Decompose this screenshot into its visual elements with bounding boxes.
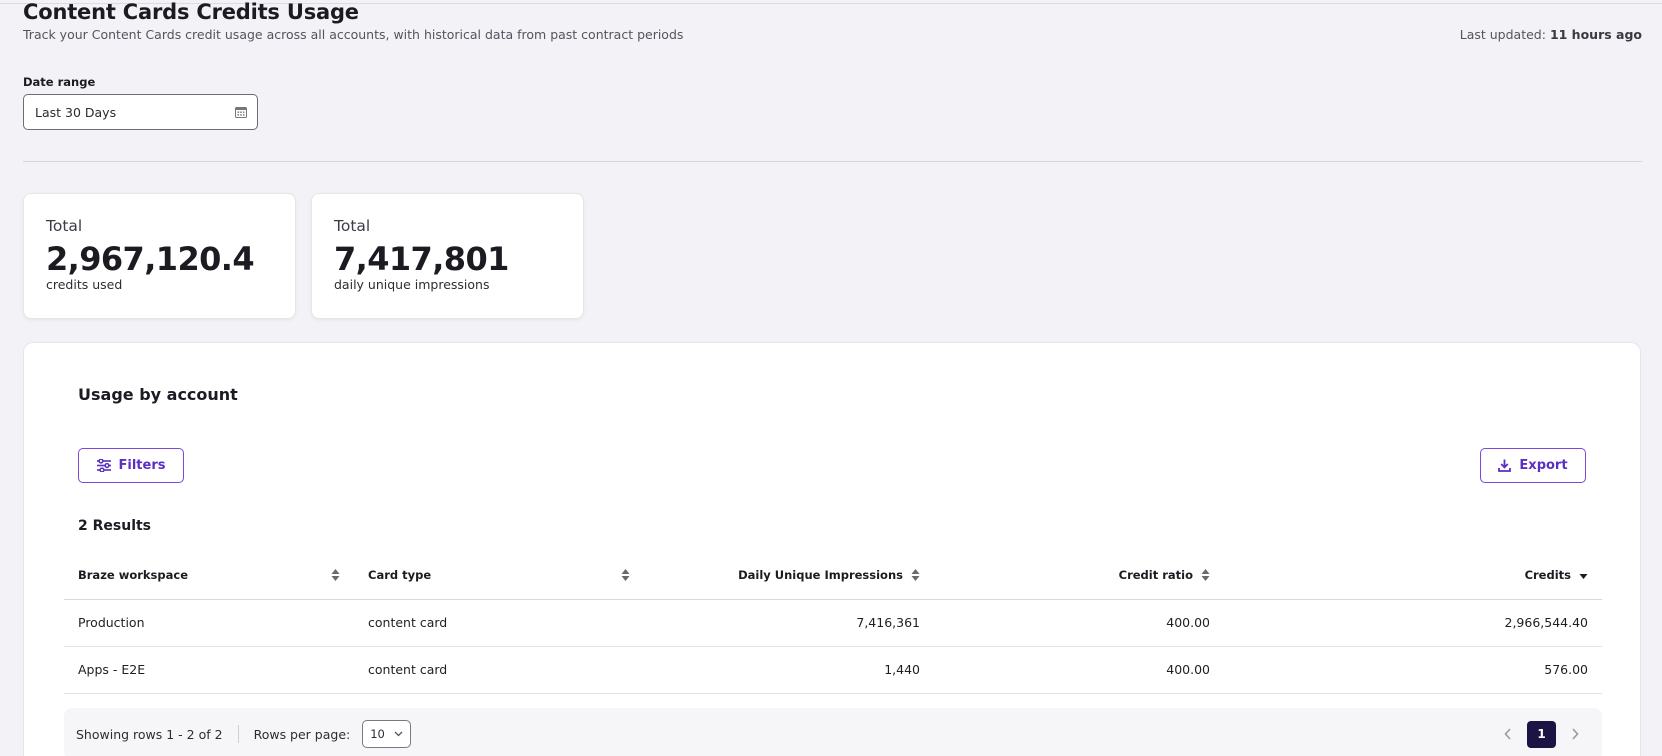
- filters-button[interactable]: Filters: [78, 448, 184, 483]
- table-row: Production content card 7,416,361 400.00…: [64, 599, 1602, 647]
- stat-label: Total: [334, 217, 371, 235]
- chevron-right-icon[interactable]: [1570, 727, 1580, 741]
- cell-card-type: content card: [354, 646, 644, 694]
- usage-title: Usage by account: [78, 385, 238, 404]
- column-header-impressions[interactable]: Daily Unique Impressions: [644, 551, 934, 600]
- column-label: Braze workspace: [78, 567, 188, 582]
- stat-value: 7,417,801: [334, 240, 509, 278]
- chevron-left-icon[interactable]: [1503, 727, 1513, 741]
- stat-card-credits: Total 2,967,120.4 credits used: [23, 193, 296, 319]
- cell-workspace: Production: [64, 599, 354, 647]
- cell-credits: 576.00: [1224, 646, 1602, 694]
- sliders-icon: [96, 459, 111, 472]
- sort-icon: [1201, 568, 1210, 581]
- table-header-row: Braze workspace Card type Daily Unique I…: [64, 551, 1602, 600]
- column-header-card-type[interactable]: Card type: [354, 551, 644, 600]
- sort-icon: [621, 568, 630, 581]
- cell-credit-ratio: 400.00: [934, 646, 1224, 694]
- sort-icon: [331, 568, 340, 581]
- column-header-workspace[interactable]: Braze workspace: [64, 551, 354, 600]
- filters-label: Filters: [118, 458, 166, 473]
- chevron-down-icon: [394, 731, 403, 737]
- rows-showing: Showing rows 1 - 2 of 2: [76, 726, 223, 742]
- page-subtitle: Track your Content Cards credit usage ac…: [23, 27, 684, 42]
- cell-credit-ratio: 400.00: [934, 599, 1224, 647]
- cell-card-type: content card: [354, 599, 644, 647]
- page: Content Cards Credits Usage Track your C…: [0, 0, 1662, 756]
- date-range-label: Date range: [23, 75, 96, 89]
- sort-desc-icon: [1579, 573, 1588, 579]
- cell-impressions: 1,440: [644, 646, 934, 694]
- column-header-credit-ratio[interactable]: Credit ratio: [934, 551, 1224, 600]
- date-range-picker[interactable]: Last 30 Days: [23, 94, 258, 130]
- page-button-current[interactable]: 1: [1527, 720, 1556, 748]
- pagination-bar: Showing rows 1 - 2 of 2 Rows per page: 1…: [64, 708, 1602, 756]
- rows-per-page-label: Rows per page:: [253, 726, 351, 742]
- results-count: 2 Results: [78, 518, 152, 534]
- last-updated-label: Last updated:: [1459, 27, 1546, 42]
- stat-value: 2,967,120.4: [46, 240, 255, 278]
- pager-separator: [237, 725, 239, 743]
- calendar-icon: [235, 107, 247, 118]
- table-row: Apps - E2E content card 1,440 400.00 576…: [64, 646, 1602, 694]
- page-title: Content Cards Credits Usage: [23, 0, 359, 24]
- usage-table: Braze workspace Card type Daily Unique I…: [64, 551, 1602, 694]
- section-divider: [23, 161, 1642, 162]
- column-header-credits[interactable]: Credits: [1224, 551, 1602, 600]
- stat-label: Total: [46, 217, 83, 235]
- export-button[interactable]: Export: [1480, 448, 1586, 483]
- stat-card-impressions: Total 7,417,801 daily unique impressions: [311, 193, 584, 319]
- column-label: Credit ratio: [1118, 567, 1193, 582]
- last-updated-value: 11 hours ago: [1549, 27, 1642, 42]
- page-controls: 1: [1503, 720, 1580, 748]
- sort-icon: [911, 568, 920, 581]
- usage-panel: Usage by account Filters Export 2 Result…: [23, 342, 1641, 756]
- column-label: Card type: [368, 567, 432, 582]
- download-icon: [1498, 459, 1512, 472]
- cell-credits: 2,966,544.40: [1224, 599, 1602, 647]
- export-label: Export: [1519, 458, 1568, 473]
- stat-desc: daily unique impressions: [334, 277, 490, 292]
- column-label: Credits: [1524, 567, 1571, 582]
- date-range-value: Last 30 Days: [35, 105, 117, 120]
- cell-workspace: Apps - E2E: [64, 646, 354, 694]
- last-updated: Last updated: 11 hours ago: [1460, 27, 1642, 42]
- cell-impressions: 7,416,361: [644, 599, 934, 647]
- rows-per-page-select[interactable]: 10: [362, 720, 412, 748]
- column-label: Daily Unique Impressions: [738, 567, 903, 582]
- stat-desc: credits used: [46, 277, 123, 292]
- rows-per-page-value: 10: [370, 727, 385, 741]
